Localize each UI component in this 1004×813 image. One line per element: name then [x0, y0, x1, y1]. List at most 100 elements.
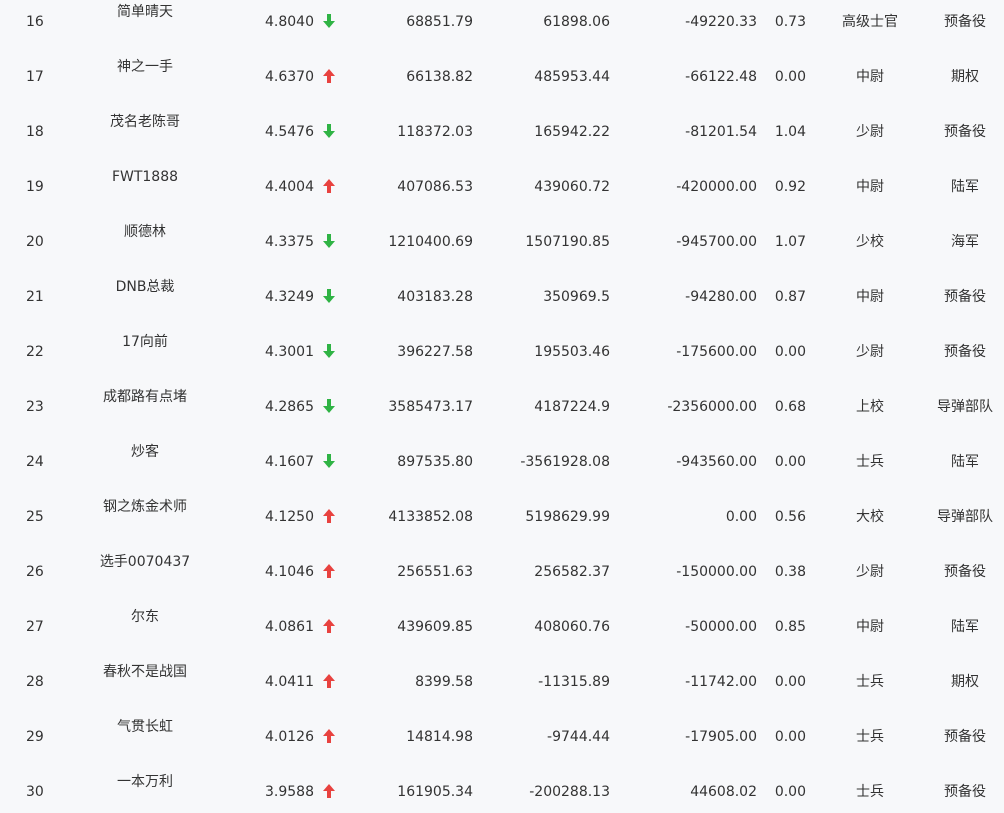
value-col-3: -50000.00 [685, 619, 757, 635]
ratio-value: 0.00 [774, 454, 806, 470]
value-col-1: 403183.28 [397, 289, 473, 305]
rank-number: 24 [26, 454, 44, 470]
value-col-1: 396227.58 [397, 344, 473, 360]
value-col-3: -945700.00 [676, 234, 757, 250]
player-name[interactable]: FWT1888 [60, 169, 230, 185]
corps-label: 陆军 [951, 454, 979, 470]
table-row[interactable]: 28 春秋不是战国 4.0411 8399.58 -11315.89 -11742.00 0… [0, 660, 1004, 715]
rank-number: 23 [26, 399, 44, 415]
arrow-down-icon [322, 453, 336, 469]
military-rank: 中尉 [856, 69, 884, 85]
table-row[interactable]: 20 顺德林 4.3375 1210400.69 1507190.85 -945700.0… [0, 220, 1004, 275]
table-row[interactable]: 17 神之一手 4.6370 66138.82 485953.44 -66122.48 0.… [0, 55, 1004, 110]
value-col-1: 14814.98 [406, 729, 473, 745]
ratio-value: 0.00 [774, 344, 806, 360]
value-col-3: -94280.00 [685, 289, 757, 305]
table-row[interactable]: 25 钢之炼金术师 4.1250 4133852.08 5198629.99 0.00 0.… [0, 495, 1004, 550]
table-row[interactable]: 26 选手0070437 4.1046 256551.63 256582.37 -1500… [0, 550, 1004, 605]
table-row[interactable]: 29 气贯长虹 4.0126 14814.98 -9744.44 -17905.00 0.0… [0, 715, 1004, 770]
value-col-1: 1210400.69 [388, 234, 473, 250]
arrow-up-icon [322, 178, 336, 194]
value-col-1: 256551.63 [397, 564, 473, 580]
player-name[interactable]: 选手0070437 [60, 554, 230, 570]
table-row[interactable]: 27 尔东 4.0861 439609.85 408060.76 -50000.00 0.8… [0, 605, 1004, 660]
player-name[interactable]: 神之一手 [60, 59, 230, 75]
value-col-3: -150000.00 [676, 564, 757, 580]
player-name[interactable]: 简单晴天 [60, 4, 230, 20]
military-rank: 大校 [856, 509, 884, 525]
value-col-3: -420000.00 [676, 179, 757, 195]
player-name[interactable]: 钢之炼金术师 [60, 499, 230, 515]
military-rank: 士兵 [856, 784, 884, 800]
corps-label: 导弹部队 [937, 399, 993, 415]
value-col-1: 3585473.17 [388, 399, 473, 415]
arrow-up-icon [322, 783, 336, 799]
arrow-up-icon [322, 618, 336, 634]
corps-label: 预备役 [944, 289, 986, 305]
military-rank: 高级士官 [842, 14, 898, 30]
arrow-up-icon [322, 68, 336, 84]
arrow-down-icon [322, 13, 336, 29]
value-col-2: -200288.13 [529, 784, 610, 800]
table-row[interactable]: 21 DNB总裁 4.3249 403183.28 350969.5 -94280.00 0… [0, 275, 1004, 330]
player-name[interactable]: DNB总裁 [60, 279, 230, 295]
military-rank: 少尉 [856, 344, 884, 360]
value-col-2: 408060.76 [534, 619, 610, 635]
value-col-2: 485953.44 [534, 69, 610, 85]
rank-number: 21 [26, 289, 44, 305]
player-name[interactable]: 炒客 [60, 444, 230, 460]
military-rank: 中尉 [856, 179, 884, 195]
rank-number: 29 [26, 729, 44, 745]
score-value: 4.3375 [265, 234, 314, 250]
rank-number: 30 [26, 784, 44, 800]
rank-number: 25 [26, 509, 44, 525]
score-value: 4.8040 [265, 14, 314, 30]
value-col-3: -17905.00 [685, 729, 757, 745]
player-name[interactable]: 春秋不是战国 [60, 664, 230, 680]
value-col-1: 118372.03 [397, 124, 473, 140]
table-row[interactable]: 23 成都路有点堵 4.2865 3585473.17 4187224.9 -235600… [0, 385, 1004, 440]
value-col-1: 439609.85 [397, 619, 473, 635]
rank-number: 18 [26, 124, 44, 140]
table-row[interactable]: 18 茂名老陈哥 4.5476 118372.03 165942.22 -81201.54… [0, 110, 1004, 165]
score-value: 4.5476 [265, 124, 314, 140]
ratio-value: 1.07 [774, 234, 806, 250]
value-col-1: 8399.58 [415, 674, 473, 690]
value-col-2: 165942.22 [534, 124, 610, 140]
table-row[interactable]: 22 17向前 4.3001 396227.58 195503.46 -175600.00… [0, 330, 1004, 385]
table-row[interactable]: 16 简单晴天 4.8040 68851.79 61898.06 -49220.33 0.7… [0, 0, 1004, 55]
table-row[interactable]: 24 炒客 4.1607 897535.80 -3561928.08 -943560.00… [0, 440, 1004, 495]
table-row[interactable]: 30 一本万利 3.9588 161905.34 -200288.13 44608.02 0… [0, 770, 1004, 813]
player-name[interactable]: 气贯长虹 [60, 719, 230, 735]
ratio-value: 0.00 [774, 674, 806, 690]
arrow-up-icon [322, 563, 336, 579]
ratio-value: 0.92 [774, 179, 806, 195]
ratio-value: 0.68 [774, 399, 806, 415]
value-col-3: -66122.48 [685, 69, 757, 85]
score-value: 4.3001 [265, 344, 314, 360]
score-value: 4.0861 [265, 619, 314, 635]
score-value: 4.1250 [265, 509, 314, 525]
arrow-up-icon [322, 673, 336, 689]
corps-label: 预备役 [944, 784, 986, 800]
player-name[interactable]: 茂名老陈哥 [60, 114, 230, 130]
corps-label: 期权 [951, 674, 979, 690]
ranking-table: 16 简单晴天 4.8040 68851.79 61898.06 -49220.33 0.7… [0, 0, 1004, 813]
ratio-value: 0.38 [774, 564, 806, 580]
corps-label: 预备役 [944, 344, 986, 360]
arrow-down-icon [322, 288, 336, 304]
player-name[interactable]: 一本万利 [60, 774, 230, 790]
corps-label: 陆军 [951, 179, 979, 195]
ratio-value: 1.04 [774, 124, 806, 140]
score-value: 4.2865 [265, 399, 314, 415]
player-name[interactable]: 成都路有点堵 [60, 389, 230, 405]
value-col-2: 5198629.99 [525, 509, 610, 525]
military-rank: 士兵 [856, 674, 884, 690]
player-name[interactable]: 顺德林 [60, 224, 230, 240]
table-row[interactable]: 19 FWT1888 4.4004 407086.53 439060.72 -420000… [0, 165, 1004, 220]
player-name[interactable]: 17向前 [60, 334, 230, 350]
ratio-value: 0.00 [774, 69, 806, 85]
value-col-2: 350969.5 [543, 289, 610, 305]
arrow-down-icon [322, 398, 336, 414]
player-name[interactable]: 尔东 [60, 609, 230, 625]
